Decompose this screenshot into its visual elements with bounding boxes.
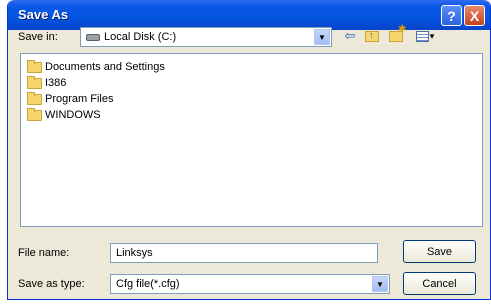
- save-button[interactable]: Save: [403, 240, 476, 263]
- save-as-type-dropdown[interactable]: Cfg file(*.cfg) ▼: [110, 274, 390, 294]
- file-name-input[interactable]: [111, 244, 377, 262]
- list-item[interactable]: I386: [27, 75, 66, 91]
- drive-icon: [86, 33, 100, 41]
- folder-icon: [27, 107, 42, 121]
- list-item-label: Program Files: [45, 93, 114, 105]
- close-button[interactable]: X: [464, 5, 485, 26]
- save-in-label: Save in:: [18, 31, 58, 43]
- folder-icon: [27, 75, 42, 89]
- chevron-down-icon[interactable]: ▼: [372, 276, 388, 292]
- list-item[interactable]: WINDOWS: [27, 107, 101, 123]
- list-item[interactable]: Documents and Settings: [27, 59, 165, 75]
- cancel-button[interactable]: Cancel: [403, 272, 476, 295]
- list-item-label: I386: [45, 77, 67, 89]
- save-in-value: Local Disk (C:): [86, 31, 176, 43]
- list-item-label: Documents and Settings: [45, 61, 165, 73]
- up-folder-icon[interactable]: ↑: [362, 27, 382, 45]
- folder-icon: [27, 91, 42, 105]
- file-list[interactable]: Documents and Settings I386 Program File…: [20, 53, 483, 227]
- save-as-dialog: Save As ? X Save in: Local Disk (C:) ▼ ⇦…: [7, 0, 491, 300]
- dialog-title: Save As: [18, 7, 69, 22]
- list-item[interactable]: Program Files: [27, 91, 113, 107]
- folder-icon: [27, 59, 42, 73]
- new-folder-icon[interactable]: ✱: [386, 24, 406, 45]
- chevron-down-icon[interactable]: ▼: [314, 29, 330, 45]
- file-name-label: File name:: [18, 247, 70, 259]
- back-icon[interactable]: ⇦: [340, 27, 360, 45]
- file-name-field[interactable]: [110, 243, 378, 263]
- list-item-label: WINDOWS: [45, 109, 101, 121]
- save-as-type-label: Save as type:: [18, 278, 85, 290]
- save-as-type-value: Cfg file(*.cfg): [116, 278, 180, 290]
- title-bar[interactable]: Save As ? X: [8, 0, 490, 30]
- help-button[interactable]: ?: [441, 5, 462, 26]
- save-in-value-text: Local Disk (C:): [104, 31, 177, 43]
- save-in-dropdown[interactable]: Local Disk (C:) ▼: [80, 27, 332, 47]
- view-menu-icon[interactable]: ▾: [410, 27, 440, 45]
